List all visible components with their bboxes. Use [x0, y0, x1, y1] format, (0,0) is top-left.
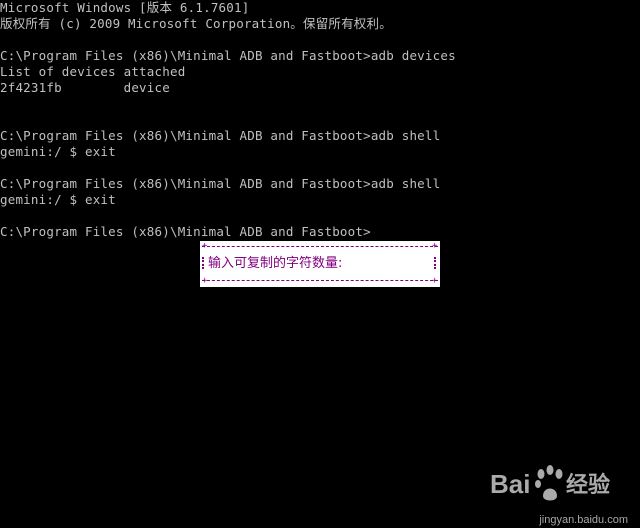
console-line: 版权所有 (c) 2009 Microsoft Corporation。保留所有…	[0, 16, 392, 31]
baidu-jingyan-logo-icon: Bai 经验	[490, 465, 610, 501]
console-line: C:\Program Files (x86)\Minimal ADB and F…	[0, 128, 441, 143]
popup-right-border	[434, 257, 438, 269]
console-line: C:\Program Files (x86)\Minimal ADB and F…	[0, 176, 441, 191]
baidu-jingyan-watermark: Bai 经验 jingyan.baidu.com	[490, 458, 640, 528]
popup-corner-icon: +	[202, 276, 208, 286]
popup-bottom-border	[202, 280, 438, 281]
mark-count-popup[interactable]: + + + + 输入可复制的字符数量:	[200, 241, 440, 287]
console-line: Microsoft Windows [版本 6.1.7601]	[0, 0, 250, 15]
console-line: gemini:/ $ exit	[0, 144, 116, 159]
console-line: gemini:/ $ exit	[0, 192, 116, 207]
console-prompt-line[interactable]: C:\Program Files (x86)\Minimal ADB and F…	[0, 224, 371, 240]
console-line: C:\Program Files (x86)\Minimal ADB and F…	[0, 48, 456, 63]
console-window[interactable]: Microsoft Windows [版本 6.1.7601] 版权所有 (c)…	[0, 0, 640, 528]
watermark-domain: jingyan.baidu.com	[539, 514, 628, 526]
svg-text:Bai: Bai	[490, 469, 530, 499]
popup-label: 输入可复制的字符数量:	[208, 256, 343, 271]
popup-corner-icon: +	[432, 276, 438, 286]
popup-left-border	[202, 257, 206, 269]
console-line: 2f4231fb device	[0, 80, 170, 95]
popup-top-border	[202, 246, 438, 247]
popup-corner-icon: +	[432, 241, 438, 251]
svg-text:经验: 经验	[566, 472, 610, 498]
console-line: List of devices attached	[0, 64, 186, 79]
popup-corner-icon: +	[202, 241, 208, 251]
